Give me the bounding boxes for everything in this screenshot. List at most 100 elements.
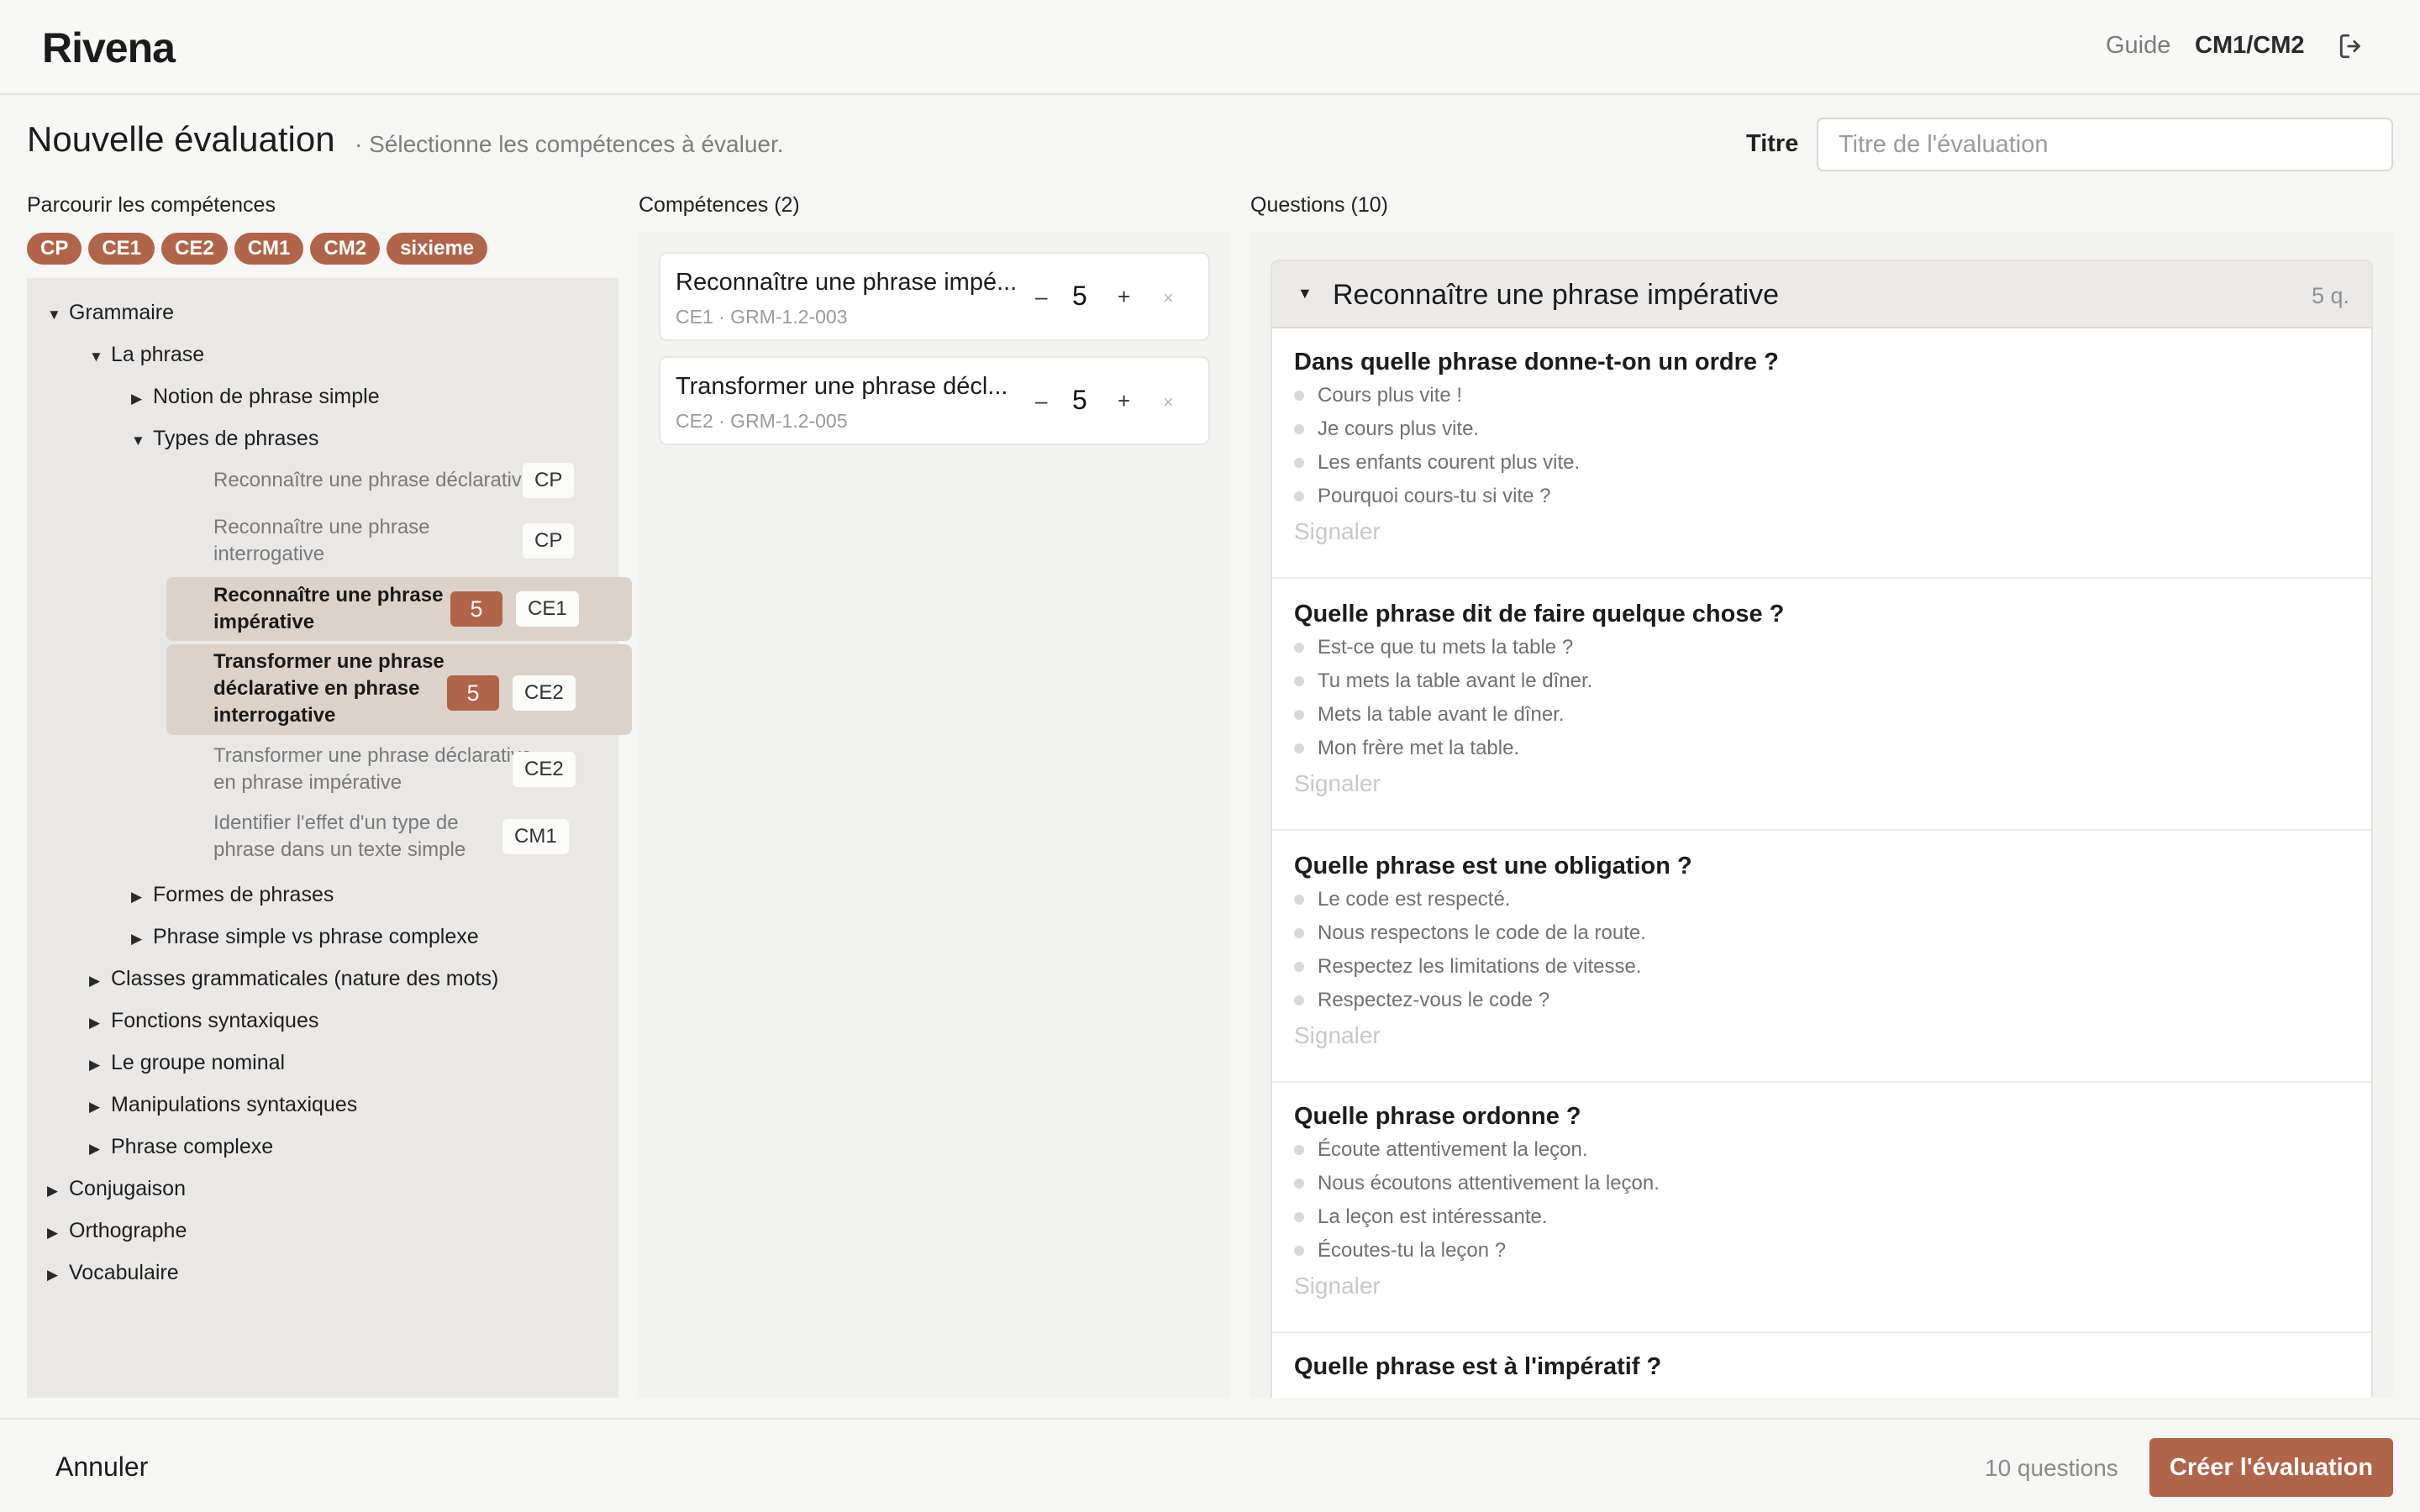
chevron-down-icon: ▼ [89,349,103,365]
competence-name: Transformer une phrase décl... [676,373,1008,400]
question-item: Quelle phrase est une obligation ? Le co… [1272,832,2371,1083]
tree-node-classes-grammaticales[interactable]: ▶ Classes grammaticales (nature des mots) [89,967,498,991]
decrement-button[interactable]: – [1035,388,1047,414]
question-title: Quelle phrase est une obligation ? [1294,853,1692,879]
question-option: Mets la table avant le dîner. [1318,703,1565,726]
question-title: Quelle phrase est à l'impératif ? [1294,1353,1662,1380]
level-tag: CE1 [516,591,579,627]
tree-node-simple-vs-complexe[interactable]: ▶ Phrase simple vs phrase complexe [131,925,479,949]
question-group-title: Reconnaître une phrase impérative [1333,279,1780,311]
question-option: Écoute attentivement la leçon. [1318,1138,1588,1161]
competence-leaf[interactable]: Reconnaître une phrase déclarative CP [166,454,632,507]
report-link[interactable]: Signaler [1294,518,1381,545]
question-group-header[interactable]: ▼ Reconnaître une phrase impérative 5 q. [1272,261,2371,328]
bullet-icon [1294,743,1304,753]
tree-node-label: Grammaire [69,301,175,324]
bullet-icon [1294,962,1304,972]
page-subtitle: · Sélectionne les compétences à évaluer. [355,131,784,157]
competence-leaf-selected[interactable]: Reconnaître une phrase impérative 5 CE1 [166,577,632,641]
remove-icon[interactable]: × [1163,391,1174,413]
class-switcher[interactable]: CM1/CM2 [2195,32,2305,60]
chevron-down-icon: ▼ [131,433,145,449]
tree-node-fonctions-syntaxiques[interactable]: ▶ Fonctions syntaxiques [89,1009,318,1033]
question-option: Écoutes-tu la leçon ? [1318,1239,1507,1262]
guide-link[interactable]: Guide [2106,32,2170,60]
tree-node-label: Vocabulaire [69,1261,179,1284]
chevron-down-icon: ▼ [47,307,61,323]
logout-icon[interactable] [2338,32,2366,60]
tree-node-vocabulaire[interactable]: ▶ Vocabulaire [47,1261,179,1285]
tree-node-conjugaison[interactable]: ▶ Conjugaison [47,1177,186,1201]
leaf-label: Transformer une phrase déclarative en phr… [213,650,445,727]
level-chip-ce1[interactable]: CE1 [88,233,155,265]
increment-button[interactable]: + [1118,388,1130,414]
question-option: Nous respectons le code de la route. [1318,921,1646,944]
browse-heading: Parcourir les compétences [27,193,276,217]
question-option: Est-ce que tu mets la table ? [1318,636,1574,659]
tree-node-notion-phrase-simple[interactable]: ▶ Notion de phrase simple [131,385,380,409]
level-tag: CE2 [513,752,576,787]
competence-leaf-selected[interactable]: Transformer une phrase déclarative en phr… [166,644,632,735]
tree-node-la-phrase[interactable]: ▼ La phrase [89,343,204,367]
level-chip-cm1[interactable]: CM1 [234,233,304,265]
question-group-count: 5 q. [2311,283,2349,308]
question-item: Dans quelle phrase donne-t-on un ordre ?… [1272,328,2371,579]
cancel-button[interactable]: Annuler [55,1452,148,1483]
competence-leaf[interactable]: Reconnaître une phrase interrogative CP [166,510,632,572]
title-input[interactable] [1817,118,2393,171]
chevron-right-icon: ▶ [89,1141,101,1157]
leaf-label: Transformer une phrase déclarative en phr… [213,744,533,794]
bullet-icon [1294,928,1304,938]
competence-code: CE1 · GRM-1.2-003 [676,306,848,328]
create-evaluation-button[interactable]: Créer l'évaluation [2149,1438,2393,1497]
question-option: Tu mets la table avant le dîner. [1318,669,1593,692]
tree-node-label: Orthographe [69,1219,187,1242]
bullet-icon [1294,1179,1304,1189]
page-title: Nouvelle évaluation [27,119,335,159]
top-bar: Rivena Guide CM1/CM2 [0,0,2420,95]
question-option: Nous écoutons attentivement la leçon. [1318,1172,1660,1194]
level-chip-cp[interactable]: CP [27,233,82,265]
question-count: 5 [1072,281,1087,311]
tree-node-phrase-complexe[interactable]: ▶ Phrase complexe [89,1135,273,1159]
tree-node-label: Types de phrases [153,427,319,450]
question-item: Quelle phrase ordonne ? Écoute attentive… [1272,1083,2371,1333]
tree-node-types-phrases[interactable]: ▼ Types de phrases [131,427,318,451]
selected-count-badge: 5 [450,591,502,627]
increment-button[interactable]: + [1118,284,1130,310]
question-title: Dans quelle phrase donne-t-on un ordre ? [1294,349,1779,375]
question-group: ▼ Reconnaître une phrase impérative 5 q.… [1270,260,2373,1398]
app-logo[interactable]: Rivena [42,24,176,72]
level-chip-ce2[interactable]: CE2 [161,233,228,265]
leaf-label: Reconnaître une phrase impérative [213,584,444,633]
tree-node-label: Formes de phrases [153,883,334,906]
level-chip-sixieme[interactable]: sixieme [387,233,488,265]
tree-node-manipulations[interactable]: ▶ Manipulations syntaxiques [89,1093,357,1117]
competence-leaf[interactable]: Transformer une phrase déclarative en phr… [166,738,632,801]
question-option: Respectez les limitations de vitesse. [1318,955,1642,978]
level-chip-cm2[interactable]: CM2 [310,233,381,265]
decrement-button[interactable]: – [1035,284,1047,310]
question-option: La leçon est intéressante. [1318,1205,1548,1228]
report-link[interactable]: Signaler [1294,770,1381,797]
competence-leaf[interactable]: Identifier l'effet d'un type de phrase da… [166,806,632,868]
question-item: Quelle phrase dit de faire quelque chose… [1272,580,2371,831]
tree-node-label: Phrase simple vs phrase complexe [153,925,479,948]
bullet-icon [1294,1145,1304,1155]
tree-node-label: Fonctions syntaxiques [111,1009,319,1032]
tree-node-label: Manipulations syntaxiques [111,1093,358,1116]
bullet-icon [1294,491,1304,501]
report-link[interactable]: Signaler [1294,1273,1381,1299]
tree-node-grammaire[interactable]: ▼ Grammaire [47,301,174,325]
tree-node-groupe-nominal[interactable]: ▶ Le groupe nominal [89,1051,285,1075]
tree-node-orthographe[interactable]: ▶ Orthographe [47,1219,187,1243]
chevron-right-icon: ▶ [131,931,143,947]
chevron-right-icon: ▶ [47,1183,59,1199]
chevron-down-icon: ▼ [1297,285,1313,302]
remove-icon[interactable]: × [1163,287,1174,309]
report-link[interactable]: Signaler [1294,1022,1381,1049]
competence-card: Reconnaître une phrase impé... CE1 · GRM… [659,252,1210,341]
competence-name: Reconnaître une phrase impé... [676,269,1018,296]
competence-code: CE2 · GRM-1.2-005 [676,410,848,432]
tree-node-formes-phrases[interactable]: ▶ Formes de phrases [131,883,334,907]
